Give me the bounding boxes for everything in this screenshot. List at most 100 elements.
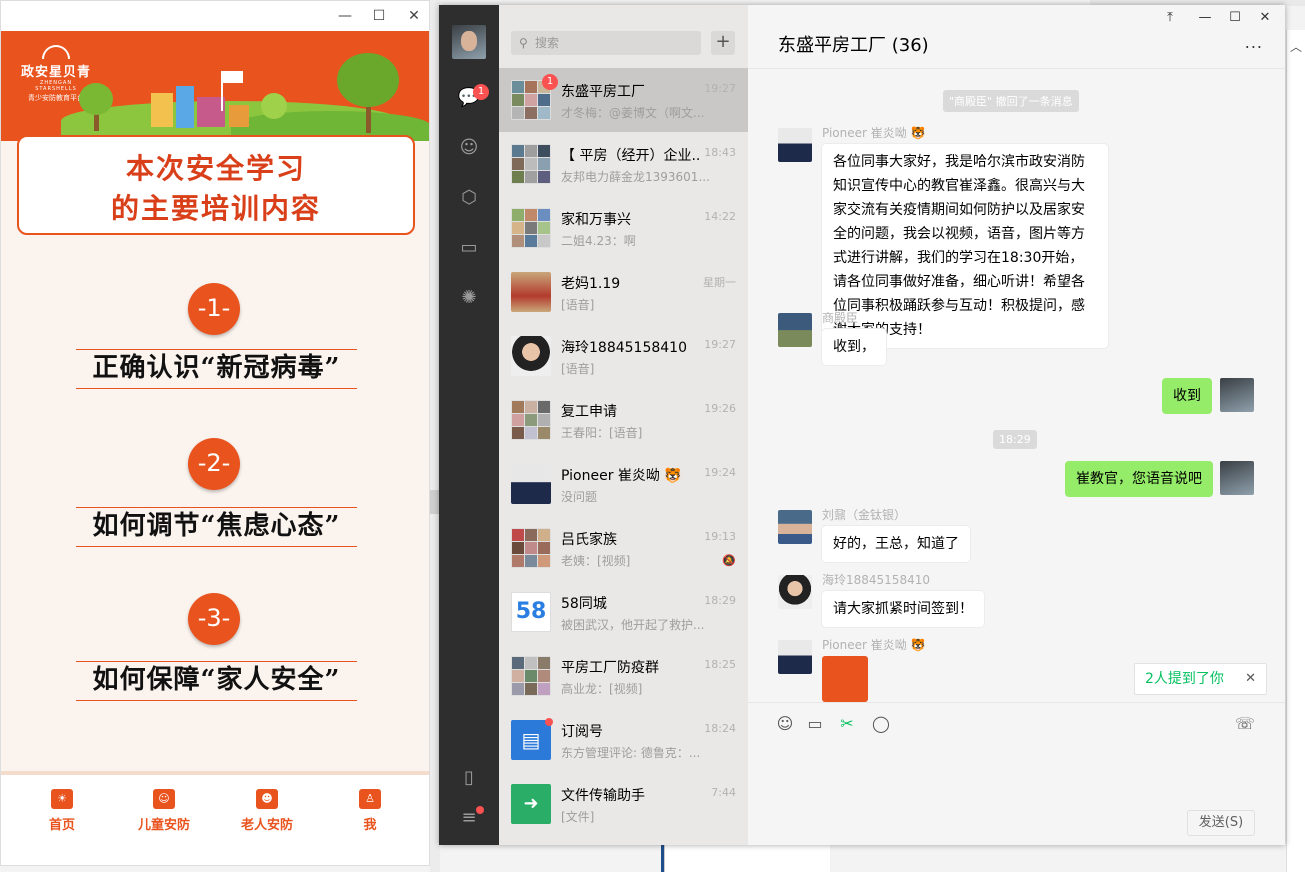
conversation-item[interactable]: Pioneer 崔炎呦 🐯 19:24 没问题 xyxy=(499,452,748,516)
step-badge-2: -2- xyxy=(188,438,240,490)
conversation-item[interactable]: 海玲18845158410 19:27 [语音] xyxy=(499,324,748,388)
conversation-time: 18:25 xyxy=(704,658,736,671)
message-bubble[interactable]: 收到， xyxy=(822,329,886,365)
wechat-sidebar: 💬 1 ☺ ⬡ ▭ ✺ ▯ ≡ xyxy=(439,5,499,845)
sender-avatar[interactable] xyxy=(778,575,812,609)
conversation-name: 东盛平房工厂 xyxy=(561,84,645,100)
sender-avatar[interactable] xyxy=(778,640,812,674)
tab-elder-safety[interactable]: ☻ 老人安防 xyxy=(227,789,307,833)
folder-icon[interactable]: ▭ xyxy=(804,713,826,735)
message-bubble[interactable]: 请大家抓紧时间签到！ xyxy=(822,591,984,627)
conversation-preview: 被困武汉，他开起了救护... xyxy=(561,618,705,632)
sender-avatar[interactable] xyxy=(778,510,812,544)
my-message-bubble[interactable]: 崔教官，您语音说吧 xyxy=(1065,461,1213,497)
title-line-2: 的主要培训内容 xyxy=(110,192,321,225)
conversation-name: 平房工厂防疫群 xyxy=(561,660,659,676)
image-message[interactable] xyxy=(822,656,868,702)
mute-bell-icon: 🔕 xyxy=(722,554,736,567)
conversation-preview: [语音] xyxy=(561,362,595,376)
step-badge-3: -3- xyxy=(188,593,240,645)
search-icon: ⚲ xyxy=(519,36,528,50)
moments-icon[interactable]: ✺ xyxy=(456,285,482,311)
conversation-preview: 友邦电力薛金龙1393601... xyxy=(561,170,710,184)
chat-panel: ⤒ — ☐ ✕ 东盛平房工厂 (36) ... "商殿臣" 撤回了一条消息 Pi… xyxy=(748,5,1285,845)
conversation-name: 文件传输助手 xyxy=(561,788,645,804)
conversation-item[interactable]: ▤ 订阅号 18:24 东方管理评论: 德鲁克：... xyxy=(499,708,748,772)
my-avatar[interactable] xyxy=(452,25,486,59)
tab-label: 儿童安防 xyxy=(137,818,190,833)
tab-child-safety[interactable]: ☺ 儿童安防 xyxy=(124,789,204,833)
conversation-item[interactable]: 家和万事兴 14:22 二姐4.23：啊 xyxy=(499,196,748,260)
conversation-preview: 高业龙：[视频] xyxy=(561,682,643,696)
tab-label: 首页 xyxy=(48,818,75,833)
step-title-3[interactable]: 如何保障“家人安全” xyxy=(76,661,357,701)
group-avatar xyxy=(511,208,551,248)
conversation-item[interactable]: ➜ 文件传输助手 7:44 [文件] xyxy=(499,772,748,836)
conversation-item[interactable]: 老妈1.19 星期一 [语音] xyxy=(499,260,748,324)
tab-me[interactable]: ♙ 我 xyxy=(330,789,410,833)
contacts-icon[interactable]: ☺ xyxy=(456,135,482,161)
more-icon[interactable]: ... xyxy=(1245,33,1263,52)
building-icon xyxy=(151,93,173,127)
background-window-right: ︿ xyxy=(1286,30,1305,872)
my-avatar[interactable] xyxy=(1220,378,1254,412)
phone-icon[interactable]: ▯ xyxy=(456,765,482,791)
favorites-icon[interactable]: ⬡ xyxy=(456,185,482,211)
building-icon xyxy=(229,105,249,127)
conversation-name: 吕氏家族 xyxy=(561,532,617,548)
close-icon[interactable]: ✕ xyxy=(1245,664,1256,694)
background-panel xyxy=(664,845,830,872)
conversation-item[interactable]: 58 58同城 18:29 被困武汉，他开起了救护... xyxy=(499,580,748,644)
folder-icon[interactable]: ▭ xyxy=(456,235,482,261)
file-transfer-icon: ➜ xyxy=(511,784,551,824)
mini-titlebar: — ☐ ✕ xyxy=(1,1,429,31)
step-title-1[interactable]: 正确认识“新冠病毒” xyxy=(76,349,357,389)
conversation-item[interactable]: 【 平房（经开）企业... 18:43 友邦电力薛金龙1393601... xyxy=(499,132,748,196)
step-title-2[interactable]: 如何调节“焦虑心态” xyxy=(76,507,357,547)
maximize-icon[interactable]: ☐ xyxy=(369,6,389,26)
conversation-item[interactable]: 1 东盛平房工厂 19:27 才冬梅：@姜博文（啊文... xyxy=(499,68,748,132)
tab-label: 老人安防 xyxy=(240,818,293,833)
conversation-time: 19:24 xyxy=(704,466,736,479)
message-bubble[interactable]: 好的，王总，知道了 xyxy=(822,526,970,562)
add-button[interactable]: + xyxy=(711,31,735,55)
wechat-window: 💬 1 ☺ ⬡ ▭ ✺ ▯ ≡ ⚲ 搜索 + 1 东盛平房工厂 19:27 才冬… xyxy=(439,5,1285,845)
recall-notice: "商殿臣" 撤回了一条消息 xyxy=(943,90,1079,112)
send-button[interactable]: 发送(S) xyxy=(1187,810,1255,836)
sender-avatar[interactable] xyxy=(778,313,812,347)
child-icon: ☺ xyxy=(153,789,175,809)
conversation-item[interactable]: 吕氏家族 19:13 老姨：[视频] 🔕 xyxy=(499,516,748,580)
message-bubble[interactable]: 各位同事大家好，我是哈尔滨市政安消防知识宣传中心的教官崔泽鑫。很高兴与大家交流有… xyxy=(822,144,1108,348)
mention-notice[interactable]: 2人提到了你 ✕ xyxy=(1134,663,1267,695)
conversation-item[interactable]: 复工申请 19:26 王春阳：[语音] xyxy=(499,388,748,452)
chat-input-area[interactable]: ☺ ▭ ✂ ◯ ☏ 发送(S) xyxy=(748,702,1285,845)
tree-icon xyxy=(337,53,399,107)
close-icon[interactable]: ✕ xyxy=(404,6,424,26)
step-badge-1: -1- xyxy=(188,283,240,335)
flag-icon xyxy=(223,71,243,83)
sender-name: Pioneer 崔炎呦 🐯 xyxy=(822,126,926,140)
emoji-icon[interactable]: ☺ xyxy=(774,713,796,735)
banner: 政安星贝青 ZHENGAN STARSHELLS 青少安防教育平台 xyxy=(1,31,429,141)
sender-name: 刘鼐（金钛银） xyxy=(822,508,907,522)
scissors-icon[interactable]: ✂ xyxy=(836,713,858,735)
search-input[interactable]: ⚲ 搜索 xyxy=(511,31,701,55)
sender-avatar[interactable] xyxy=(778,128,812,162)
tab-home[interactable]: ☀ 首页 xyxy=(22,789,102,833)
conversation-preview: 老姨：[视频] xyxy=(561,554,631,568)
conversation-name: 【 平房（经开）企业... xyxy=(561,148,701,164)
conversation-name: 订阅号 xyxy=(561,724,603,740)
my-message-bubble[interactable]: 收到 xyxy=(1162,378,1212,414)
group-avatar xyxy=(511,144,551,184)
time-divider: 18:29 xyxy=(993,430,1037,449)
chat-history-icon[interactable]: ◯ xyxy=(870,713,892,735)
group-avatar xyxy=(511,528,551,568)
conversation-item[interactable]: 平房工厂防疫群 18:25 高业龙：[视频] xyxy=(499,644,748,708)
unread-dot xyxy=(545,718,553,726)
conversation-name: 海玲18845158410 xyxy=(561,340,687,356)
voice-call-icon[interactable]: ☏ xyxy=(1234,713,1256,735)
minimize-icon[interactable]: — xyxy=(335,6,355,26)
conversation-name: 复工申请 xyxy=(561,404,617,420)
user-icon: ♙ xyxy=(359,789,381,809)
my-avatar[interactable] xyxy=(1220,461,1254,495)
